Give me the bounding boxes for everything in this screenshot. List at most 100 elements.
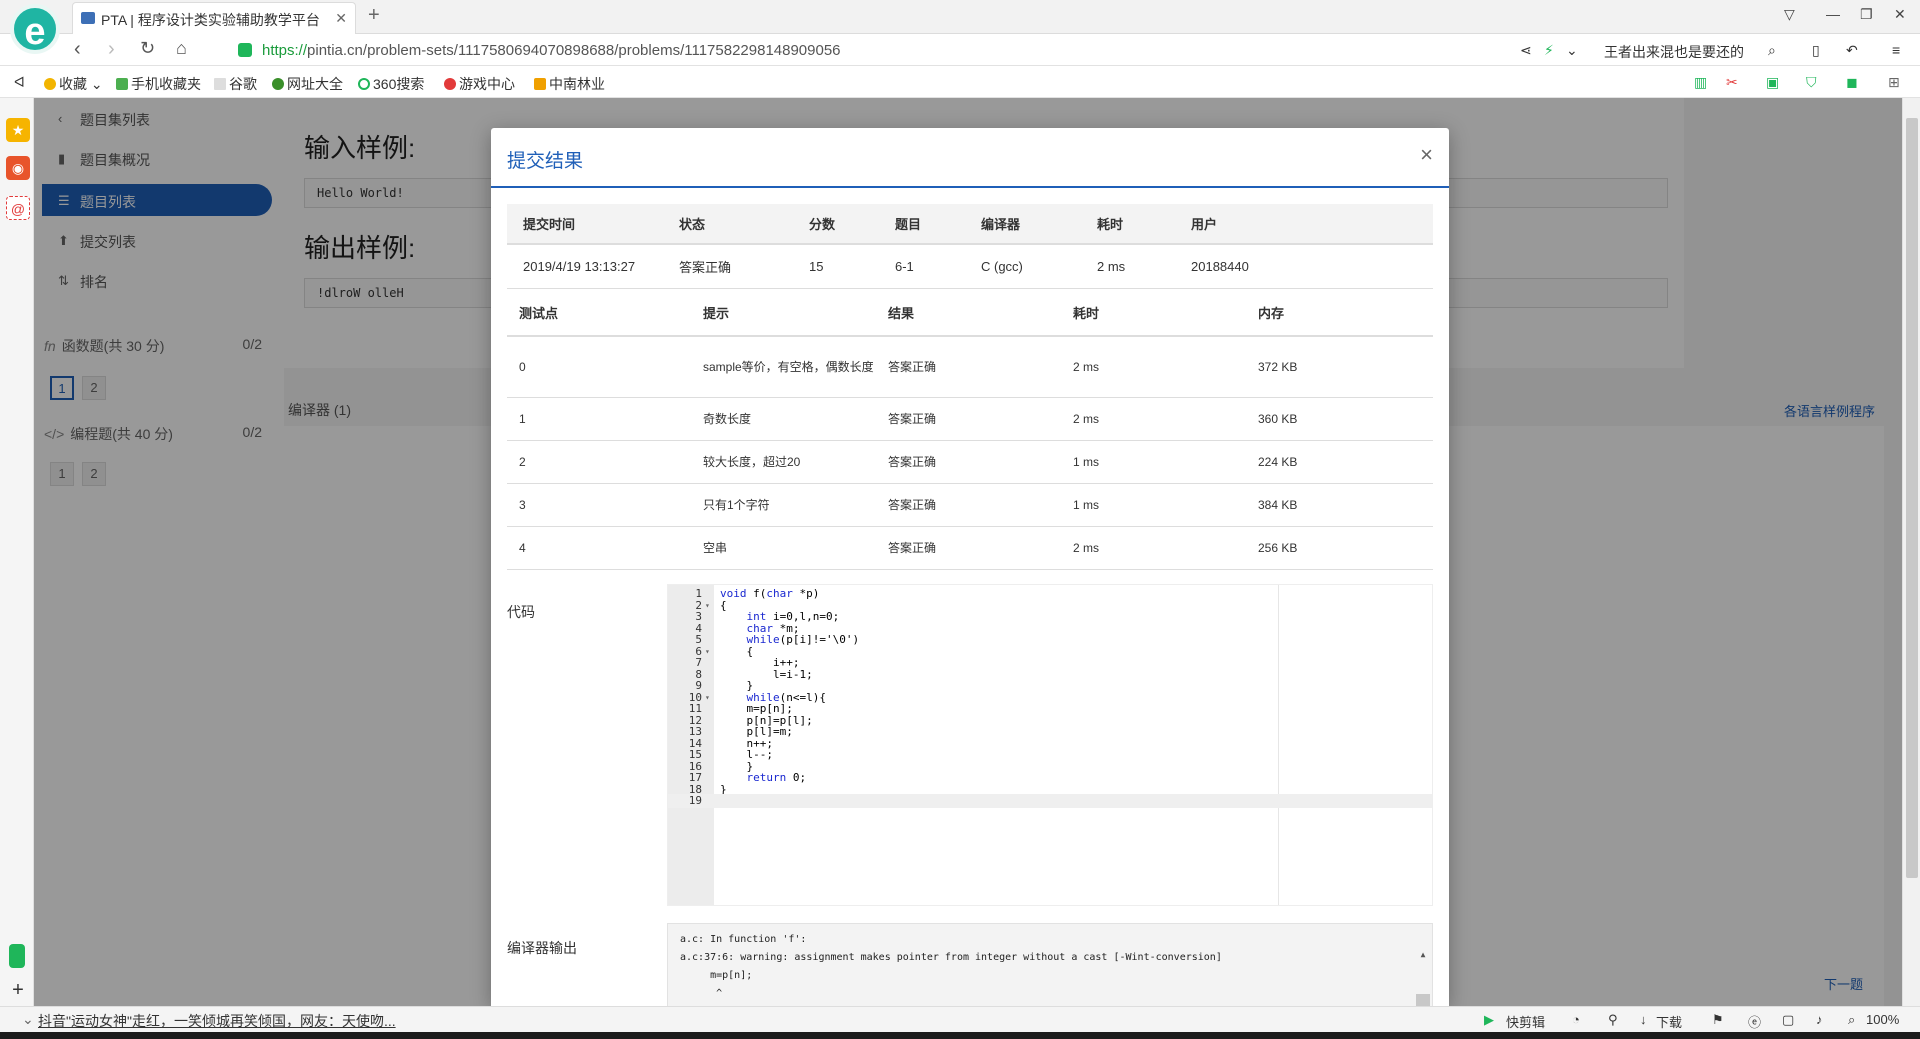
pin-icon[interactable]: ⚲ [1608, 1012, 1618, 1028]
case-hint: 奇数长度 [691, 397, 876, 441]
case-id: 1 [507, 397, 691, 441]
book-icon[interactable]: ▥ [1694, 74, 1707, 91]
page-scroll-thumb[interactable] [1906, 118, 1918, 878]
taskbar [0, 1032, 1920, 1039]
window-icon[interactable]: ▢ [1782, 1012, 1794, 1028]
case-time: 2 ms [1061, 397, 1246, 441]
compiler: C (gcc) [965, 244, 1081, 289]
compiler-output[interactable]: a.c: In function 'f': a.c:37:6: warning: … [667, 923, 1433, 1006]
zoom-level[interactable]: 100% [1866, 1012, 1899, 1027]
bolt-icon[interactable]: ⚡ [1544, 42, 1554, 59]
code-viewer[interactable]: 1 void f(char *p) 2 ▾{3 int i=0,l,n=0; 4 cha… [667, 584, 1433, 906]
browser-logo-icon: e [10, 4, 60, 54]
menu-icon[interactable]: ≡ [1892, 42, 1900, 58]
news-ticker-link[interactable]: 抖音"运动女神"走红，一笑倾城再笑倾国，网友：天使吻... [38, 1011, 396, 1031]
pta-favicon-icon [81, 12, 95, 24]
phone-icon [116, 78, 128, 90]
url-scheme: https:// [262, 42, 308, 59]
download-icon[interactable]: ↓ [1640, 1012, 1647, 1027]
translate-icon[interactable]: ▣ [1766, 74, 1779, 91]
clipboard-icon[interactable] [9, 944, 25, 968]
quick-cut-button[interactable]: 快剪辑 [1506, 1012, 1545, 1031]
school-icon [534, 78, 546, 90]
problem-link[interactable]: 6-1 [879, 244, 965, 289]
test-cases-table: 测试点 提示 结果 耗时 内存 0 sample等价，有空格，偶数长度 答案正确 2 … [507, 290, 1433, 570]
weibo-icon[interactable]: ◉ [6, 156, 30, 180]
url-host: pintia.cn [307, 42, 363, 59]
expand-icon[interactable]: ⌄ [22, 1011, 34, 1028]
col-header: 耗时 [1061, 290, 1246, 337]
case-memory: 256 KB [1246, 526, 1433, 570]
scroll-thumb[interactable] [1416, 994, 1430, 1006]
case-result: 答案正确 [876, 336, 1061, 398]
modal-header: 提交结果 × [491, 128, 1449, 188]
case-memory: 384 KB [1246, 483, 1433, 527]
back-icon[interactable]: ‹ [74, 38, 81, 61]
case-result: 答案正确 [876, 440, 1061, 484]
search-icon[interactable]: ⌕ [1768, 42, 1776, 59]
case-hint: 空串 [691, 526, 876, 570]
reader-icon[interactable]: ▯ [1812, 42, 1820, 59]
bookmark-360search[interactable]: 360搜索 [358, 74, 424, 94]
skin-icon[interactable]: ▽ [1784, 6, 1795, 23]
mail-icon[interactable]: @ [6, 196, 30, 220]
add-icon[interactable]: + [6, 978, 30, 1002]
forward-icon[interactable]: › [108, 38, 115, 61]
restore-icon[interactable]: ❐ [1860, 6, 1873, 23]
url-field[interactable]: https://pintia.cn/problem-sets/111758069… [262, 42, 841, 59]
apps-icon[interactable]: ⊞ [1888, 74, 1900, 91]
shield-ext-icon[interactable]: ⛉ [1806, 74, 1817, 91]
gamepad-icon[interactable]: ◼ [1846, 74, 1858, 91]
table-row: 3 只有1个字符 答案正确 1 ms 384 KB [507, 483, 1433, 527]
case-time: 2 ms [1061, 526, 1246, 570]
address-bar: ‹ › ↻ ⌂ https://pintia.cn/problem-sets/1… [0, 34, 1920, 66]
download-button[interactable]: 下载 [1656, 1012, 1682, 1031]
scroll-up-icon[interactable]: ▲ [1416, 950, 1430, 968]
minimize-icon[interactable]: — [1826, 6, 1840, 22]
browser-titlebar: PTA | 程序设计类实验辅助教学平台 ✕ + ▽ — ❐ ✕ [0, 0, 1920, 34]
share-icon[interactable]: ⋖ [1520, 42, 1532, 59]
page-scrollbar[interactable] [1902, 98, 1920, 1006]
output-line: ^ [680, 988, 723, 999]
bookmark-google[interactable]: 谷歌 [214, 74, 257, 94]
submit-time: 2019/4/19 13:13:27 [507, 244, 663, 289]
bookmark-csuft[interactable]: 中南林业 [534, 74, 605, 94]
close-tab-icon[interactable]: ✕ [335, 10, 347, 27]
clip-icon[interactable]: ▶ [1484, 1012, 1494, 1028]
case-time: 1 ms [1061, 440, 1246, 484]
browser-tab[interactable]: PTA | 程序设计类实验辅助教学平台 ✕ [72, 2, 356, 34]
elapsed: 2 ms [1081, 244, 1175, 289]
case-hint: 只有1个字符 [691, 483, 876, 527]
zoom-icon[interactable]: ⌕ [1848, 1012, 1855, 1028]
output-line: a.c: In function 'f': [680, 934, 807, 945]
new-tab-button[interactable]: + [368, 4, 380, 27]
home-icon[interactable]: ⌂ [176, 38, 187, 59]
dropdown-icon[interactable]: ⌄ [1566, 42, 1578, 59]
undo-icon[interactable]: ↶ [1846, 42, 1858, 59]
col-header: 状态 [663, 204, 793, 245]
close-window-icon[interactable]: ✕ [1894, 6, 1906, 23]
case-result: 答案正确 [876, 526, 1061, 570]
output-line: m=p[n]; [680, 970, 753, 981]
line-number: 19 [688, 794, 702, 807]
output-scrollbar[interactable]: ▲ ▼ [1416, 928, 1430, 1006]
speed-icon[interactable]: ◔ [1572, 1012, 1580, 1027]
ie-icon[interactable]: ⓔ [1748, 1012, 1761, 1031]
url-path: /problem-sets/1117580694070898688/proble… [362, 42, 841, 59]
sidebar-toggle-icon[interactable]: ᐊ [14, 74, 25, 91]
bookmark-hao360[interactable]: 网址大全 [272, 74, 343, 94]
close-icon[interactable]: × [1420, 142, 1433, 168]
bookmark-label: 谷歌 [229, 76, 257, 92]
scissors-icon[interactable]: ✂ [1726, 74, 1738, 91]
user: 20188440 [1175, 244, 1433, 289]
bookmark-games[interactable]: 游戏中心 [444, 74, 515, 94]
bookmark-favorites[interactable]: 收藏 ⌄ [44, 74, 103, 94]
reload-icon[interactable]: ↻ [140, 38, 155, 59]
search-hint[interactable]: 王者出来混也是要还的 [1604, 42, 1744, 62]
volume-icon[interactable]: ♪ [1816, 1012, 1823, 1027]
flag-icon[interactable]: ⚑ [1712, 1012, 1724, 1028]
table-row: 2 较大长度，超过20 答案正确 1 ms 224 KB [507, 440, 1433, 484]
favorites-star-icon[interactable]: ★ [6, 118, 30, 142]
bookmark-mobile[interactable]: 手机收藏夹 [116, 74, 201, 94]
code-label: 代码 [507, 604, 535, 620]
